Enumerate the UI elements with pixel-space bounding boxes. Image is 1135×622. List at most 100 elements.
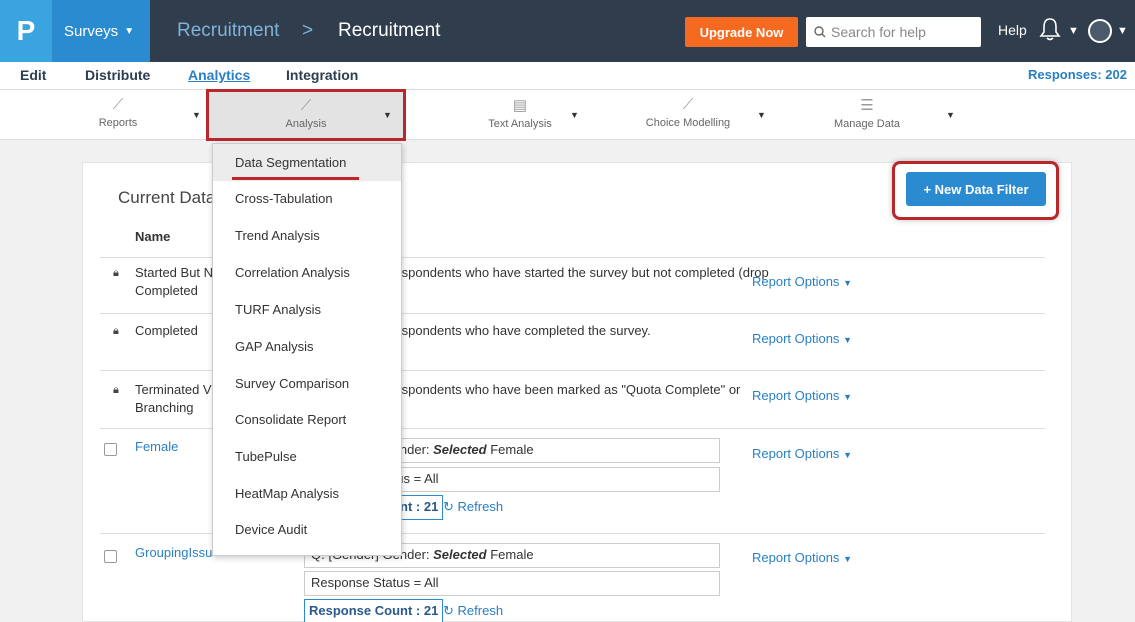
report-options-label: Report Options — [752, 388, 840, 403]
filter-name-cont: Branching — [135, 400, 194, 415]
chevron-down-icon: ▼ — [843, 450, 852, 460]
tool-label: Analysis — [285, 118, 327, 130]
menu-analytics[interactable]: Analytics — [188, 67, 250, 83]
upgrade-now-button[interactable]: Upgrade Now — [685, 17, 798, 47]
column-header-name: Name — [135, 229, 171, 244]
responses-count: Responses: 202 — [1028, 67, 1127, 82]
filter-name: Terminated V — [135, 382, 212, 397]
filter-description: Respondents who have completed the surve… — [385, 323, 651, 338]
tool-label: Reports — [98, 117, 138, 129]
analytics-toolbar: ⟋ Reports ▼ ▤ Text Analysis ▼ ⟋ Choice M… — [0, 90, 1135, 140]
chevron-down-icon[interactable]: ▼ — [1068, 25, 1079, 37]
report-options-label: Report Options — [752, 331, 840, 346]
breadcrumb-parent[interactable]: Recruitment — [177, 20, 279, 42]
report-options-link[interactable]: Report Options ▼ — [752, 550, 852, 565]
bell-icon[interactable] — [1039, 17, 1061, 47]
dropdown-item-cross-tabulation[interactable]: Cross-Tabulation — [235, 191, 333, 206]
report-options-link[interactable]: Report Options ▼ — [752, 274, 852, 289]
database-icon: ☰ — [860, 97, 874, 114]
highlight-underline — [232, 177, 359, 180]
filter-name-link[interactable]: Female — [135, 439, 178, 454]
dropdown-item-tubepulse[interactable]: TubePulse — [235, 449, 297, 464]
surveys-menu-button[interactable]: Surveys ▼ — [52, 0, 150, 62]
choice-chart-icon: ⟋ — [682, 96, 694, 113]
dropdown-item-data-segmentation[interactable]: Data Segmentation — [235, 155, 346, 170]
report-options-label: Report Options — [752, 446, 840, 461]
chevron-down-icon[interactable]: ▼ — [383, 110, 392, 120]
filter-name: Started But N — [135, 265, 214, 280]
tool-choice-modelling[interactable]: ⟋ Choice Modelling — [633, 96, 743, 129]
tool-reports[interactable]: ⟋ Reports — [95, 96, 141, 129]
search-placeholder: Search for help — [831, 24, 926, 40]
lock-icon: 🔒︎ — [113, 384, 119, 396]
criteria-text: Female — [486, 442, 534, 457]
app-logo[interactable]: P — [0, 0, 52, 62]
chevron-down-icon: ▼ — [843, 278, 852, 288]
criteria-text: Female — [486, 547, 534, 562]
dropdown-item-consolidate-report[interactable]: Consolidate Report — [235, 412, 346, 427]
tool-text-analysis[interactable]: ▤ Text Analysis — [465, 96, 575, 130]
top-bar: P Surveys ▼ Recruitment > Recruitment Up… — [0, 0, 1135, 62]
new-data-filter-button[interactable]: + New Data Filter — [906, 172, 1046, 206]
menu-distribute[interactable]: Distribute — [85, 67, 150, 83]
menu-edit[interactable]: Edit — [20, 67, 46, 83]
report-options-label: Report Options — [752, 274, 840, 289]
criteria-bold: Selected — [433, 442, 487, 457]
chevron-down-icon[interactable]: ▼ — [1117, 25, 1128, 37]
dropdown-item-gap-analysis[interactable]: GAP Analysis — [235, 339, 314, 354]
refresh-icon: ↻ — [443, 499, 454, 514]
refresh-label: Refresh — [457, 499, 504, 514]
document-icon: ▤ — [512, 97, 528, 114]
report-options-link[interactable]: Report Options ▼ — [752, 446, 852, 461]
report-options-link[interactable]: Report Options ▼ — [752, 388, 852, 403]
report-options-label: Report Options — [752, 550, 840, 565]
row-checkbox[interactable] — [104, 550, 117, 563]
chevron-down-icon: ▼ — [843, 554, 852, 564]
dropdown-item-heatmap-analysis[interactable]: HeatMap Analysis — [235, 486, 339, 501]
row-checkbox[interactable] — [104, 443, 117, 456]
refresh-button[interactable]: ↻ Refresh — [443, 603, 503, 619]
chevron-down-icon: ▼ — [843, 335, 852, 345]
avatar[interactable] — [1088, 19, 1112, 43]
breadcrumb-separator: > — [302, 20, 314, 41]
filter-name: Completed — [135, 323, 198, 338]
dropdown-item-trend-analysis[interactable]: Trend Analysis — [235, 228, 320, 243]
chevron-down-icon[interactable]: ▼ — [757, 110, 766, 120]
lock-icon: 🔒︎ — [113, 325, 119, 337]
breadcrumb-current: Recruitment — [338, 20, 441, 41]
search-icon — [814, 26, 826, 38]
main-menu: Edit Distribute Analytics Integration Re… — [0, 62, 1135, 90]
tool-label: Text Analysis — [488, 118, 552, 130]
chevron-down-icon[interactable]: ▼ — [946, 110, 955, 120]
filter-name-link[interactable]: GroupingIssu — [135, 545, 212, 560]
tool-label: Manage Data — [833, 118, 901, 130]
search-input[interactable]: Search for help — [806, 17, 981, 47]
surveys-label: Surveys — [64, 22, 119, 40]
chevron-down-icon[interactable]: ▼ — [192, 110, 201, 120]
response-count: Response Count : 21 — [304, 599, 444, 622]
help-link[interactable]: Help — [998, 22, 1027, 38]
dropdown-item-device-audit[interactable]: Device Audit — [235, 522, 307, 537]
menu-integration[interactable]: Integration — [286, 67, 358, 83]
refresh-label: Refresh — [457, 603, 504, 618]
tool-manage-data[interactable]: ☰ Manage Data — [822, 96, 912, 130]
line-chart-icon: ⟋ — [112, 96, 124, 113]
dropdown-item-correlation-analysis[interactable]: Correlation Analysis — [235, 265, 350, 280]
chevron-down-icon[interactable]: ▼ — [570, 110, 579, 120]
analysis-chart-icon: ⟋ — [300, 97, 312, 114]
refresh-button[interactable]: ↻ Refresh — [443, 499, 503, 515]
report-options-link[interactable]: Report Options ▼ — [752, 331, 852, 346]
status-box: Response Status = All — [304, 571, 720, 596]
filter-name-cont: Completed — [135, 283, 198, 298]
filter-description: Respondents who have started the survey … — [385, 265, 769, 280]
refresh-icon: ↻ — [443, 603, 454, 618]
dropdown-item-survey-comparison[interactable]: Survey Comparison — [235, 376, 349, 391]
lock-icon: 🔒︎ — [113, 267, 119, 279]
criteria-bold: Selected — [433, 547, 487, 562]
tool-analysis[interactable]: ⟋ Analysis ▼ — [206, 89, 406, 141]
dropdown-item-turf-analysis[interactable]: TURF Analysis — [235, 302, 321, 317]
filter-description: Respondents who have been marked as "Quo… — [385, 382, 741, 397]
tool-label: Choice Modelling — [645, 117, 731, 129]
chevron-down-icon: ▼ — [843, 392, 852, 402]
chevron-down-icon: ▼ — [124, 25, 135, 37]
